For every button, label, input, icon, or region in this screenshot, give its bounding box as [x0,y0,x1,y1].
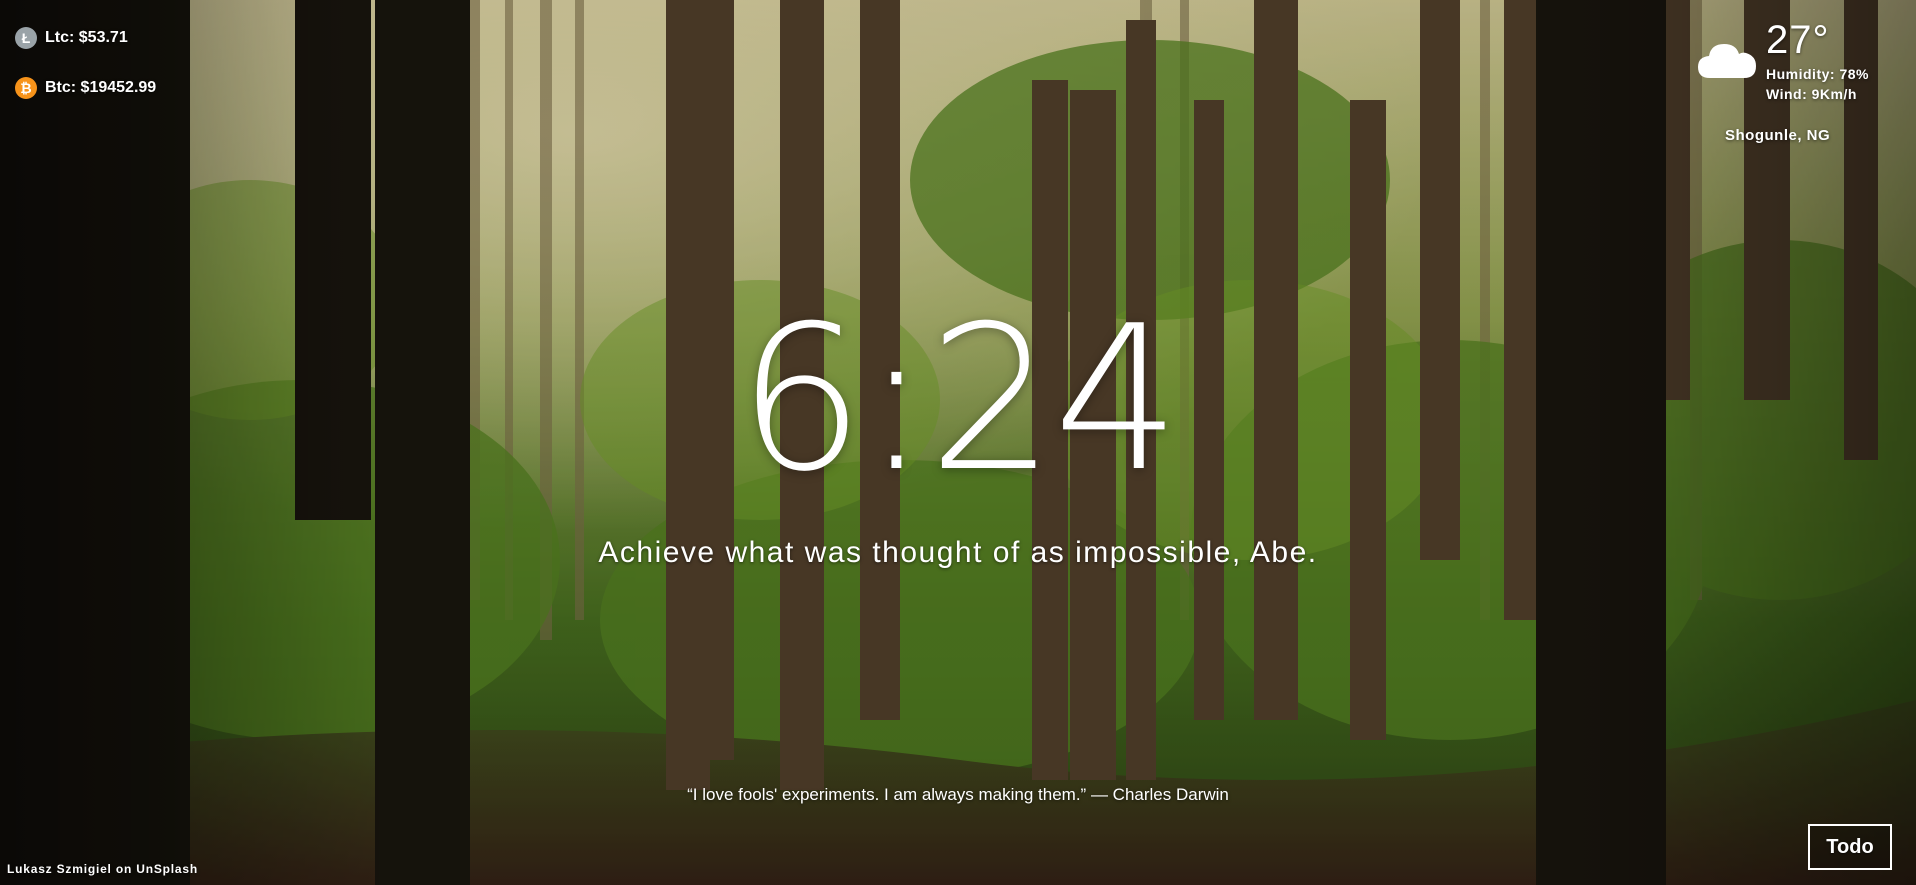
crypto-widget: Ł Ltc: $53.71 ₿ Btc: $19452.99 [15,26,156,126]
todo-button[interactable]: Todo [1808,824,1892,870]
btc-price: Btc: $19452.99 [45,79,157,96]
temperature: 27° [1766,18,1830,62]
bitcoin-icon: ₿ [15,77,37,99]
clock-time: 6:24 [737,283,1180,516]
crypto-item-ltc: Ł Ltc: $53.71 [15,26,156,50]
humidity: Humidity: 78% [1766,66,1869,82]
weather-widget: 27° Humidity: 78% Wind: 9Km/h Shogunle, … [1696,18,1896,148]
photo-credit: Lukasz Szmigiel on UnSplash [7,862,198,876]
cloud-icon [1698,44,1756,78]
crypto-item-btc: ₿ Btc: $19452.99 [15,76,156,100]
location: Shogunle, NG [1725,127,1831,144]
quote-text: “I love fools' experiments. I am always … [687,785,1229,804]
greeting-text: Achieve what was thought of as impossibl… [598,536,1318,569]
litecoin-icon: Ł [15,27,37,49]
ltc-price: Ltc: $53.71 [45,29,128,46]
wind-speed: Wind: 9Km/h [1766,86,1857,102]
